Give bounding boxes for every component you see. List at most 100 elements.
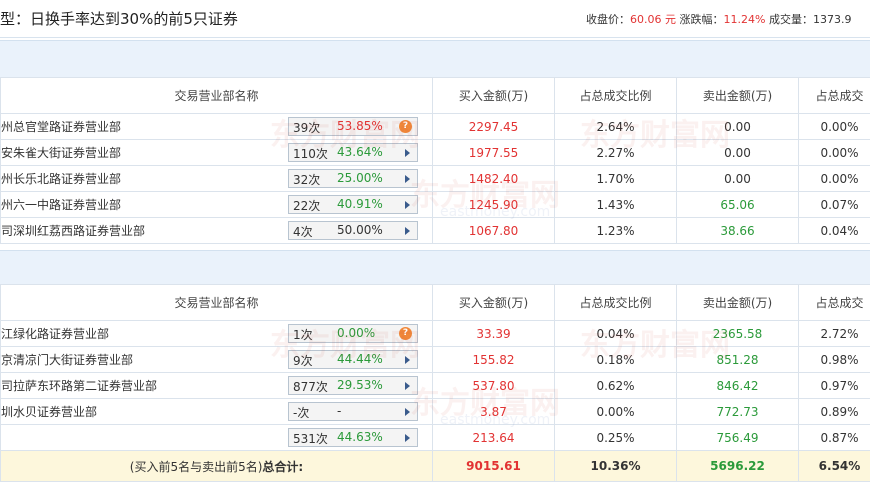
dept-name[interactable]: 江绿化路证券营业部 [2, 325, 287, 342]
buy-ratio: 2.64% [554, 113, 677, 140]
buy-ratio: 1.70% [554, 165, 677, 192]
dept-name[interactable]: 圳水贝证券营业部 [2, 403, 287, 420]
buy-amount: 1067.80 [432, 217, 555, 244]
table-row: 州六一中路证券营业部 22次 40.91% 1245.90 1.43% 65.06 0.07… [0, 191, 870, 218]
list-count: 531次 [293, 432, 328, 446]
buy-ratio: 1.43% [554, 191, 677, 218]
history-stat-box[interactable]: -次 - [288, 402, 418, 421]
dept-cell: 州六一中路证券营业部 22次 40.91% [0, 191, 433, 218]
list-count: 1次 [293, 328, 313, 342]
dept-name[interactable]: 司深圳红荔西路证券营业部 [2, 222, 287, 239]
buy-ratio: 0.18% [554, 346, 677, 373]
history-stat-box[interactable]: 1次 0.00%? [288, 324, 418, 343]
history-stat-box[interactable]: 4次 50.00% [288, 221, 418, 240]
dept-name[interactable]: 司拉萨东环路第二证券营业部 [2, 377, 287, 394]
arrow-right-icon[interactable] [405, 434, 410, 442]
sell-table-header: 交易营业部名称 买入金额(万) 占总成交比例 卖出金额(万) 占总成交 [0, 284, 870, 321]
sell-amount: 2365.58 [676, 320, 799, 347]
table-row: 安朱雀大街证券营业部 110次 43.64% 1977.55 2.27% 0.00 0.00… [0, 139, 870, 166]
dept-cell: 州长乐北路证券营业部 32次 25.00% [0, 165, 433, 192]
arrow-right-icon[interactable] [405, 149, 410, 157]
total-ratio1: 10.36% [554, 450, 677, 482]
change-label: 涨跌幅： [679, 13, 724, 26]
arrow-right-icon[interactable] [405, 356, 410, 364]
list-rate: 40.91% [337, 197, 383, 211]
list-count: 110次 [293, 147, 328, 161]
buy-amount: 2297.45 [432, 113, 555, 140]
table-row: 京清凉门大街证券营业部 9次 44.44% 155.82 0.18% 851.28 0.98… [0, 346, 870, 373]
arrow-right-icon[interactable] [405, 382, 410, 390]
table-row: 圳水贝证券营业部 -次 - 3.87 0.00% 772.73 0.89% [0, 398, 870, 425]
buy-ratio: 1.23% [554, 217, 677, 244]
sell-amount: 0.00 [676, 113, 799, 140]
question-icon[interactable]: ? [399, 327, 412, 340]
list-rate: 29.53% [337, 378, 383, 392]
buy-ratio: 0.25% [554, 424, 677, 451]
dept-cell: 司拉萨东环路第二证券营业部 877次 29.53% [0, 372, 433, 399]
table-row: 531次 44.63% 213.64 0.25% 756.49 0.87% [0, 424, 870, 451]
list-count: 32次 [293, 173, 321, 187]
sell-amount: 846.42 [676, 372, 799, 399]
history-stat-box[interactable]: 877次 29.53% [288, 376, 418, 395]
sell-amount: 772.73 [676, 398, 799, 425]
dept-name[interactable]: 州六一中路证券营业部 [2, 196, 287, 213]
total-ratio2: 6.54% [798, 450, 870, 482]
sell-amount: 65.06 [676, 191, 799, 218]
volume-value: 1373.9 [812, 13, 852, 26]
buy-amount: 1977.55 [432, 139, 555, 166]
arrow-right-icon[interactable] [405, 227, 410, 235]
list-rate: 0.00% [337, 326, 376, 340]
history-stat-box[interactable]: 32次 25.00% [288, 169, 418, 188]
history-stat-box[interactable]: 9次 44.44% [288, 350, 418, 369]
dept-cell: 京清凉门大街证券营业部 9次 44.44% [0, 346, 433, 373]
question-icon[interactable]: ? [399, 120, 412, 133]
history-stat-box[interactable]: 110次 43.64% [288, 143, 418, 162]
dept-name[interactable]: 京清凉门大街证券营业部 [2, 351, 287, 368]
buy-table: 交易营业部名称 买入金额(万) 占总成交比例 卖出金额(万) 占总成交 州总官堂… [0, 77, 870, 244]
arrow-right-icon[interactable] [405, 175, 410, 183]
list-rate: 44.44% [337, 352, 383, 366]
sell-ratio: 0.98% [798, 346, 870, 373]
list-count: 22次 [293, 199, 321, 213]
change-value: 11.24% [723, 13, 766, 26]
history-stat-box[interactable]: 531次 44.63% [288, 428, 418, 447]
col-ratio2: 占总成交 [798, 77, 870, 114]
sell-amount: 0.00 [676, 139, 799, 166]
close-price-label: 收盘价： [586, 13, 630, 26]
dept-cell: 江绿化路证券营业部 1次 0.00%? [0, 320, 433, 347]
buy-amount: 155.82 [432, 346, 555, 373]
dept-name[interactable]: 州长乐北路证券营业部 [2, 170, 287, 187]
list-rate: 43.64% [337, 145, 383, 159]
dept-name[interactable]: 安朱雀大街证券营业部 [2, 144, 287, 161]
dept-cell: 圳水贝证券营业部 -次 - [0, 398, 433, 425]
dept-name[interactable]: 州总官堂路证券营业部 [2, 118, 287, 135]
sell-amount: 756.49 [676, 424, 799, 451]
dept-cell: 531次 44.63% [0, 424, 433, 451]
sell-ratio: 0.87% [798, 424, 870, 451]
history-stat-box[interactable]: 22次 40.91% [288, 195, 418, 214]
buy-amount: 3.87 [432, 398, 555, 425]
buy-ratio: 0.04% [554, 320, 677, 347]
buy-amount: 213.64 [432, 424, 555, 451]
table-row: 州总官堂路证券营业部 39次 53.85%? 2297.45 2.64% 0.00 0.00… [0, 113, 870, 140]
col-sell: 卖出金额(万) [676, 77, 799, 114]
buy-amount: 1482.40 [432, 165, 555, 192]
page-title: 型：日换手率达到30%的前5只证券 [0, 10, 238, 28]
close-price-value: 60.06 元 [630, 13, 676, 26]
history-stat-box[interactable]: 39次 53.85%? [288, 117, 418, 136]
total-buy: 9015.61 [432, 450, 555, 482]
arrow-right-icon[interactable] [405, 408, 410, 416]
list-rate: 53.85% [337, 119, 383, 133]
sell-ratio: 0.00% [798, 113, 870, 140]
page-header: 型：日换手率达到30%的前5只证券 收盘价：60.06 元 涨跌幅：11.24%… [0, 0, 870, 38]
col-ratio2: 占总成交 [798, 284, 870, 321]
list-count: 4次 [293, 225, 313, 239]
sell-ratio: 0.97% [798, 372, 870, 399]
table-row: 司拉萨东环路第二证券营业部 877次 29.53% 537.80 0.62% 846.42… [0, 372, 870, 399]
buy-ratio: 2.27% [554, 139, 677, 166]
sell-table: 交易营业部名称 买入金额(万) 占总成交比例 卖出金额(万) 占总成交 江绿化路… [0, 284, 870, 482]
buy-ratio: 0.00% [554, 398, 677, 425]
sell-ratio: 0.04% [798, 217, 870, 244]
sell-amount: 0.00 [676, 165, 799, 192]
arrow-right-icon[interactable] [405, 201, 410, 209]
